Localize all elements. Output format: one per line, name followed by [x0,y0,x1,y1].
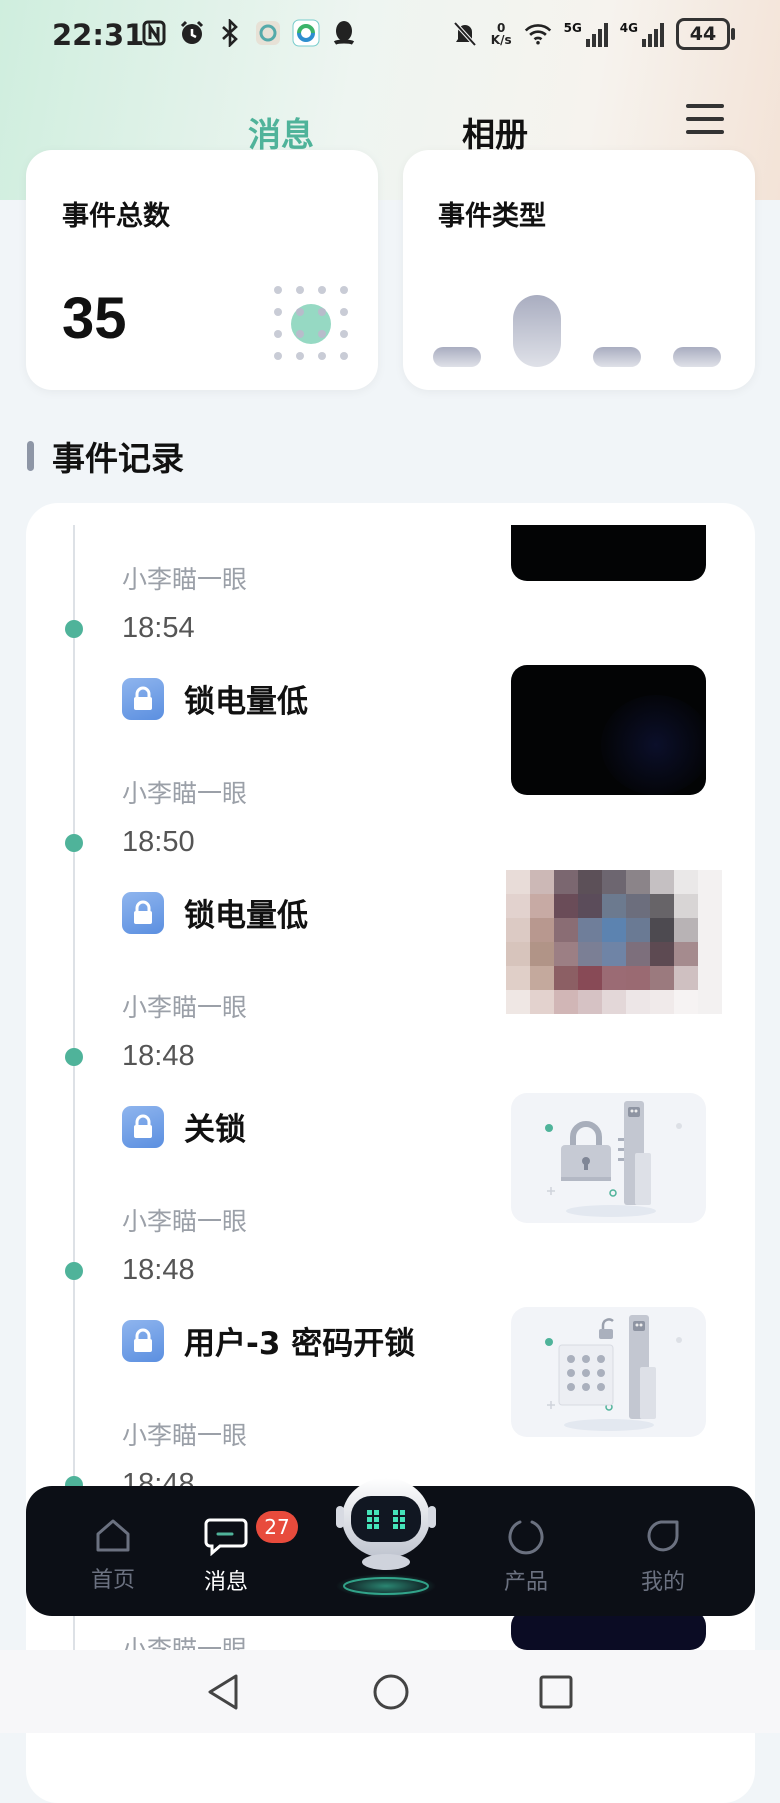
nav-mine[interactable]: 我的 [613,1516,713,1596]
event-item[interactable]: 锁电量低 [122,890,308,935]
message-icon [204,1518,248,1557]
battery-indicator: 44 [676,18,735,50]
event-user: 小李瞄一眼 [122,1207,248,1236]
section-title: 事件记录 [52,439,184,478]
signal-5g-label: 5G [563,21,582,35]
home-icon [96,1519,130,1552]
event-user: 小李瞄一眼 [122,993,248,1022]
menu-icon[interactable] [686,104,724,134]
robot-icon [336,1478,436,1598]
back-icon[interactable] [205,1672,241,1712]
net-speed-unit: K/s [490,33,512,47]
status-icons-left [140,18,358,48]
mute-icon [451,19,479,49]
event-types-card[interactable]: 事件类型 [403,150,755,390]
event-types-bars-icon [433,295,721,367]
app-icon-circle [254,18,282,48]
event-item[interactable]: 锁电量低 [122,676,308,721]
signal-4g-label: 4G [619,21,638,35]
event-item[interactable]: 关锁 [122,1104,246,1149]
nav-mine-label: 我的 [640,1570,685,1595]
products-icon [508,1520,544,1555]
profile-icon [647,1520,679,1552]
tab-album[interactable]: 相册 [462,108,528,156]
robot-assistant-button[interactable] [331,1458,441,1608]
event-time: 18:48 [122,1254,195,1286]
app-icon-green [292,18,320,48]
nav-products[interactable]: 产品 [476,1516,576,1596]
unread-badge: 27 [256,1511,298,1543]
lock-icon [122,1105,164,1148]
status-bar: 22:31 0 K/s 5G 4G 44 [0,0,780,72]
tab-messages[interactable]: 消息 [248,108,314,156]
lock-icon [122,891,164,934]
total-events-card[interactable]: 事件总数 35 [26,150,378,390]
event-thumbnail[interactable] [511,665,706,795]
bottom-nav: 首页 消息 27 产品 我的 [26,1478,755,1616]
timeline-dot [65,834,83,852]
timeline-dot [65,620,83,638]
net-speed: 0 K/s [491,22,512,46]
nav-products-label: 产品 [503,1570,548,1595]
system-nav-bar [0,1650,780,1733]
nav-home-label: 首页 [90,1568,135,1593]
event-title: 锁电量低 [184,898,308,934]
home-circle-icon[interactable] [372,1673,410,1711]
qq-icon [330,18,358,48]
event-thumbnail[interactable] [511,1610,706,1650]
event-user: 小李瞄一眼 [122,1421,248,1450]
event-title: 用户-3 密码开锁 [184,1326,416,1362]
event-time: 18:54 [122,612,195,644]
alarm-icon [178,18,206,48]
nav-messages-label: 消息 [203,1570,248,1595]
event-thumbnail[interactable] [511,525,706,581]
total-events-label: 事件总数 [62,201,170,232]
bluetooth-icon [216,18,244,48]
recents-icon[interactable] [538,1674,574,1710]
status-time: 22:31 [52,18,145,52]
lock-closed-illustration[interactable] [511,1093,706,1223]
section-accent-bar [27,441,34,471]
event-user: 小李瞄一眼 [122,565,248,594]
event-time: 18:48 [122,1040,195,1072]
section-header: 事件记录 [27,432,184,480]
event-time: 18:50 [122,826,195,858]
event-item[interactable]: 用户-3 密码开锁 [122,1318,415,1363]
event-title: 关锁 [184,1112,246,1148]
timeline-dot [65,1262,83,1280]
event-title: 锁电量低 [184,684,308,720]
wifi-icon [524,19,552,49]
event-user: 小李瞄一眼 [122,779,248,808]
dot-grid-icon [274,286,348,360]
password-unlock-illustration[interactable] [511,1307,706,1437]
signal-4g: 4G [620,21,664,47]
status-icons-right: 0 K/s 5G 4G 44 [451,18,735,50]
timeline-dot [65,1048,83,1066]
nfc-icon [140,18,168,48]
lock-icon [122,677,164,720]
event-types-label: 事件类型 [438,201,546,232]
nav-home[interactable]: 首页 [63,1516,163,1594]
lock-icon [122,1319,164,1362]
event-thumbnail-pixelated[interactable] [506,870,722,1014]
total-events-value: 35 [62,286,127,351]
signal-5g: 5G [564,21,608,47]
